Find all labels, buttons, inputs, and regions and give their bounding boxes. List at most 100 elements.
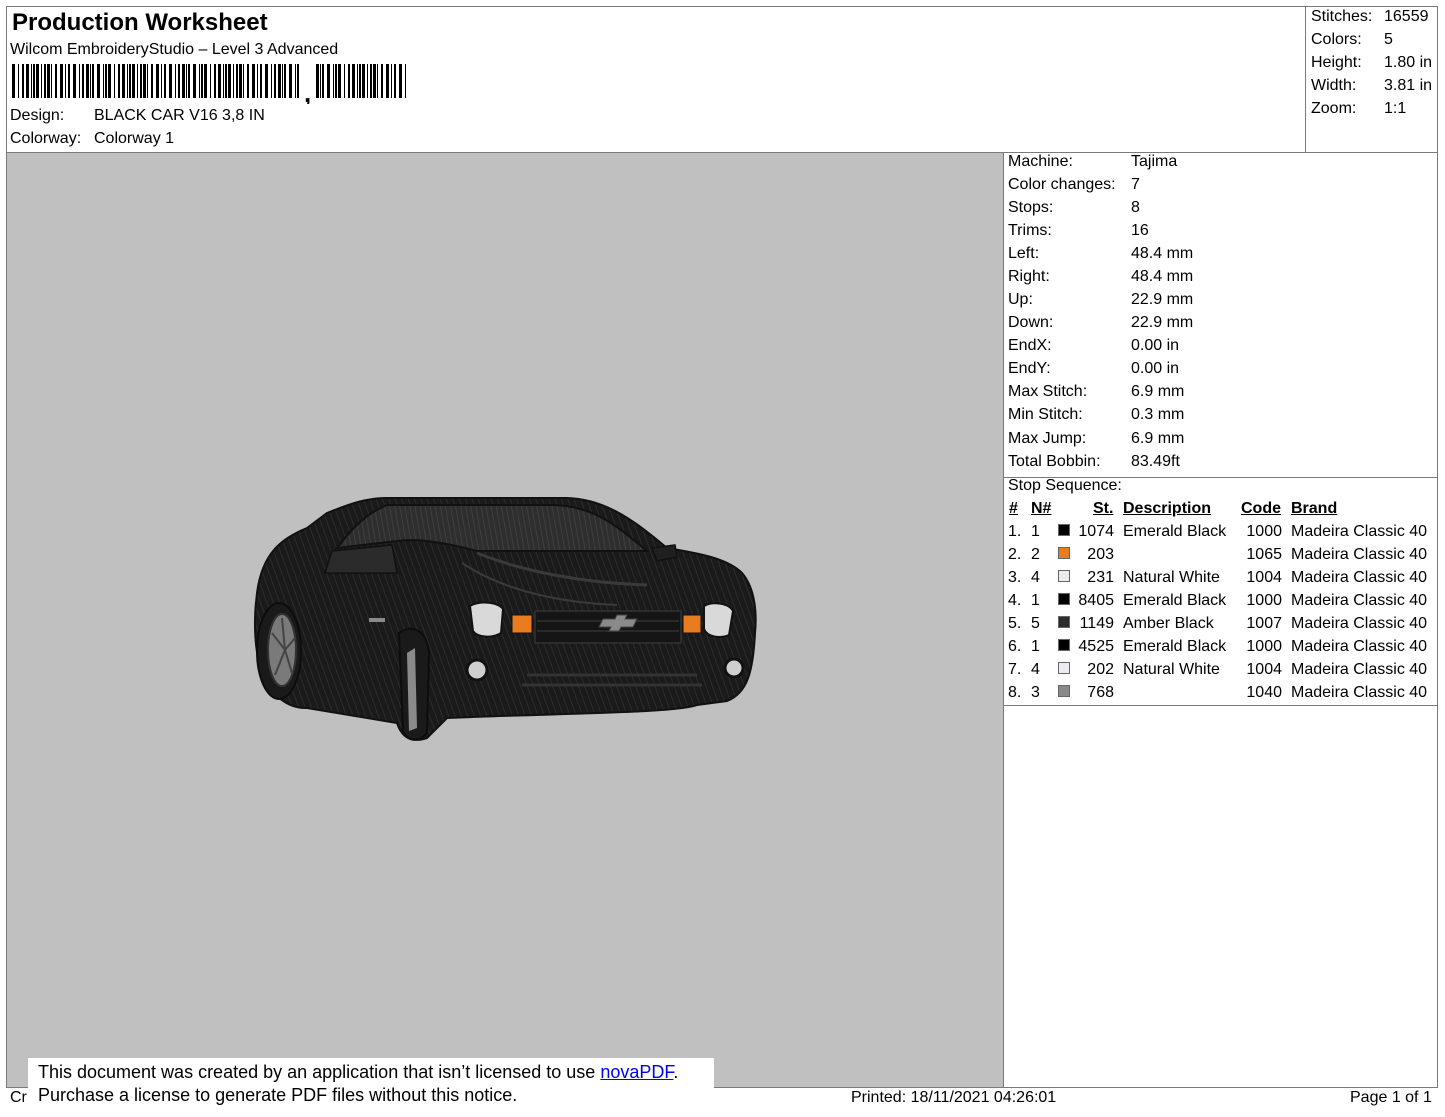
info-label: Right: [1008,268,1050,285]
row-needle: 4 [1031,569,1040,586]
barcode-bar [55,64,57,98]
barcode-bar [97,64,100,98]
row-brand: Madeira Classic 40 [1291,546,1428,563]
row-code: 1004 [1246,661,1282,678]
footer-cr-text: Cr [10,1089,27,1106]
row-description: Amber Black [1123,615,1214,632]
barcode-bar [103,64,104,98]
col-brand-header: Brand [1291,500,1338,517]
row-stitches: 8405 [1078,592,1114,609]
barcode-bar [289,64,292,98]
barcode-bar [228,64,231,98]
barcode-bar [370,64,372,98]
info-value: 0.00 in [1131,360,1180,377]
barcode-bar [394,64,396,98]
color-swatch [1058,593,1070,605]
barcode-bar [178,64,180,98]
row-brand: Madeira Classic 40 [1291,523,1428,540]
notice-line2: Purchase a license to generate PDF files… [38,1085,518,1105]
color-swatch [1058,547,1070,559]
row-number: 2. [1008,546,1022,563]
barcode-bar [36,64,39,98]
info-value: 6.9 mm [1131,383,1185,400]
row-stitches: 1074 [1078,523,1114,540]
barcode-bar [161,64,162,98]
barcode-bar [252,64,255,98]
barcode-bar [132,64,135,98]
row-code: 1040 [1246,684,1282,701]
barcode-bar [156,64,159,98]
row-number: 6. [1008,638,1022,655]
row-brand: Madeira Classic 40 [1291,615,1428,632]
row-description: Emerald Black [1123,523,1227,540]
barcode-bar [164,64,166,98]
stat-value: 1:1 [1384,100,1407,117]
barcode-bar [105,64,107,98]
info-value: 0.3 mm [1131,406,1185,423]
info-label: EndX: [1008,337,1052,354]
barcode-bar [233,64,234,98]
divider [1004,705,1437,706]
row-needle: 1 [1031,638,1040,655]
barcode-bar [391,64,392,98]
stop-sequence-label: Stop Sequence: [1008,477,1122,494]
barcode-bar [108,64,111,98]
info-label: Machine: [1008,153,1073,170]
barcode-bar [260,64,262,98]
row-number: 4. [1008,592,1022,609]
novapdf-link[interactable]: novaPDF [600,1062,673,1082]
color-swatch [1058,685,1070,697]
barcode-bar [362,64,365,98]
row-number: 1. [1008,523,1022,540]
info-value: 48.4 mm [1131,245,1194,262]
barcode-bar [357,64,358,98]
barcode-bar [86,64,89,98]
barcode-bar [137,64,138,98]
row-code: 1007 [1246,615,1282,632]
barcode-bar [338,64,341,98]
barcode-bar [140,64,142,98]
barcode-bar [193,64,196,98]
row-code: 1000 [1246,523,1282,540]
color-swatch [1058,639,1070,651]
barcode-bar [33,64,35,98]
barcode-bar [129,64,131,98]
design-value: BLACK CAR V16 3,8 IN [94,107,265,124]
row-needle: 1 [1031,523,1040,540]
barcode-separator: , [304,78,311,104]
notice-text: This document was created by an applicat… [38,1062,601,1082]
barcode-bar [295,64,296,98]
barcode-bar [60,64,63,98]
barcode-bar [18,64,19,98]
design-preview [6,152,1004,1088]
info-value: 83.49ft [1131,453,1180,470]
stat-label: Colors: [1311,31,1362,48]
barcode-bar [114,64,115,98]
barcode-bar [90,64,91,98]
row-brand: Madeira Classic 40 [1291,638,1428,655]
barcode-bar [352,64,355,98]
barcode-bar [26,64,29,98]
barcode-bar [327,64,330,98]
barcode-bar [44,64,46,98]
barcode-bar [322,64,324,98]
barcode-bar [151,64,153,98]
barcode-bar [65,64,66,98]
barcode-bar [247,64,249,98]
stat-value: 16559 [1384,8,1429,25]
row-stitches: 768 [1087,684,1114,701]
barcode-bar [239,64,242,98]
barcode-bar [73,64,76,98]
barcode-bar [82,64,84,98]
colorway-label: Colorway: [10,130,82,147]
barcode-bar [186,64,187,98]
row-needle: 5 [1031,615,1040,632]
row-brand: Madeira Classic 40 [1291,592,1428,609]
info-value: Tajima [1131,153,1178,170]
app-subtitle: Wilcom EmbroideryStudio – Level 3 Advanc… [10,41,339,58]
info-label: Min Stitch: [1008,406,1083,423]
barcode: , [12,64,406,104]
row-stitches: 231 [1087,569,1114,586]
barcode-bar [344,64,345,98]
printed-timestamp: Printed: 18/11/2021 04:26:01 [851,1089,1057,1106]
